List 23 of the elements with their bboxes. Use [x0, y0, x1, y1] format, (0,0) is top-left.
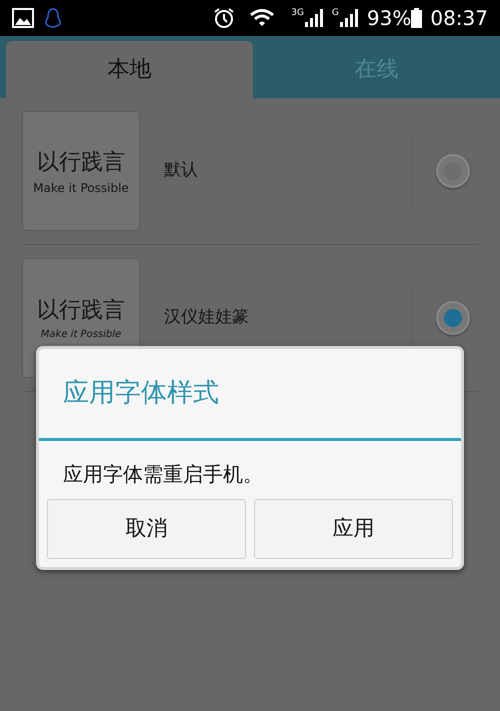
wifi-icon [249, 8, 276, 28]
radio-button[interactable] [436, 301, 470, 335]
preview-subtitle: Make it Possible [33, 180, 129, 196]
image-icon [12, 8, 34, 28]
dialog-button[interactable]: 应用 [254, 499, 453, 559]
radio-button[interactable] [436, 154, 470, 188]
dialog-title: 应用字体样式 [39, 349, 461, 441]
font-name: 汉仪娃娃篆 [164, 306, 250, 330]
battery-percent: 93% [366, 5, 412, 32]
signal-icon [338, 8, 359, 28]
penguin-icon [44, 7, 62, 29]
battery-icon [411, 8, 422, 28]
alarm-clock-icon [213, 7, 236, 29]
dialog-message: 应用字体需重启手机。 [62, 461, 264, 488]
preview-title: 以行践言 [37, 297, 125, 325]
network-label: 3G [291, 7, 304, 20]
clock-time: 08:37 [430, 5, 488, 32]
preview-subtitle: Make it Possible [40, 328, 122, 342]
font-name: 默认 [164, 159, 199, 182]
preview-title: 以行践言 [37, 148, 125, 176]
network-label: G [332, 7, 339, 20]
dialog-button[interactable]: 取消 [47, 499, 246, 559]
signal-icon [304, 8, 324, 28]
